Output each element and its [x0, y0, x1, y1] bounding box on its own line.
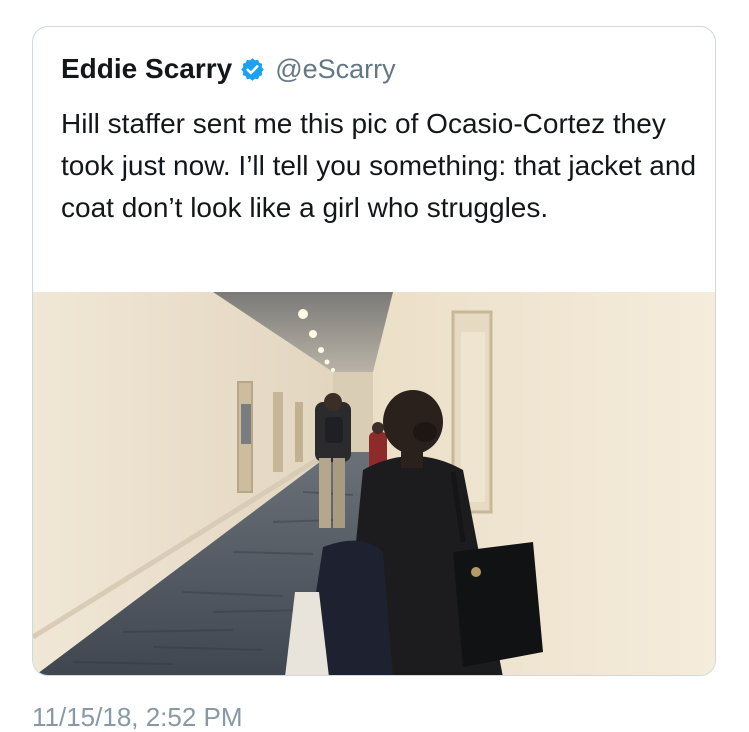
- author-display-name[interactable]: Eddie Scarry: [61, 53, 232, 85]
- tweet-header: Eddie Scarry @eScarry: [61, 47, 396, 91]
- tweet-photo[interactable]: [33, 292, 716, 676]
- tweet-text: Hill staffer sent me this pic of Ocasio-…: [61, 108, 697, 223]
- tweet-timestamp[interactable]: 11/15/18, 2:52 PM: [32, 702, 243, 732]
- author-handle[interactable]: @eScarry: [275, 54, 395, 85]
- tweet-card[interactable]: Eddie Scarry @eScarry Hill staffer sent …: [32, 26, 716, 676]
- verified-badge-icon: [241, 57, 264, 81]
